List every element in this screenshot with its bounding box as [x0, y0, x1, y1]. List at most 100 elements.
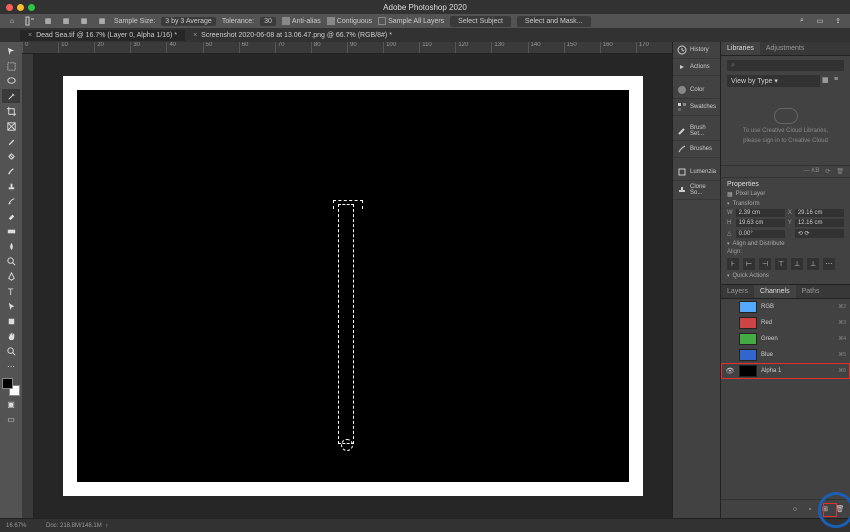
- home-icon[interactable]: ⌂: [6, 15, 18, 27]
- ruler-horizontal[interactable]: 0102030405060708090100110120130140150160…: [22, 42, 672, 54]
- list-view-icon[interactable]: ≡: [834, 76, 844, 86]
- channel-row-blue[interactable]: Blue ⌘5: [721, 347, 850, 363]
- channel-row-green[interactable]: Green ⌘4: [721, 331, 850, 347]
- new-channel-icon[interactable]: ⊞: [819, 503, 831, 515]
- close-window[interactable]: [6, 4, 13, 11]
- clone-source-panel-button[interactable]: Clone So...: [673, 181, 720, 200]
- contiguous-checkbox[interactable]: Contiguous: [327, 17, 372, 25]
- marquee-tool[interactable]: [2, 59, 20, 73]
- maximize-window[interactable]: [28, 4, 35, 11]
- y-field[interactable]: 12.16 cm: [795, 219, 844, 227]
- transform-section[interactable]: Transform: [727, 201, 844, 207]
- save-selection-icon[interactable]: ▫: [804, 503, 816, 515]
- align-more-icon[interactable]: ⋯: [823, 258, 835, 270]
- delete-channel-icon[interactable]: 🗑: [834, 503, 846, 515]
- workspace-icon[interactable]: ▭: [814, 15, 826, 27]
- screen-mode-icon[interactable]: ▭: [2, 412, 20, 426]
- x-field[interactable]: 29.16 cm: [795, 209, 844, 217]
- grid-view-icon[interactable]: ▦: [822, 76, 832, 86]
- visibility-icon[interactable]: [725, 334, 735, 344]
- edit-toolbar[interactable]: ⋯: [2, 359, 20, 373]
- type-tool[interactable]: T: [2, 284, 20, 298]
- brushes-panel-button[interactable]: Brushes: [673, 141, 720, 158]
- align-vcenter-icon[interactable]: ⊥: [791, 258, 803, 270]
- sample-size-field[interactable]: 3 by 3 Average: [161, 17, 216, 26]
- align-hcenter-icon[interactable]: ⊢: [743, 258, 755, 270]
- stamp-tool[interactable]: [2, 179, 20, 193]
- tab-screenshot[interactable]: ×Screenshot 2020-06-08 at 13.06.47.png @…: [185, 30, 400, 41]
- document-canvas[interactable]: [63, 76, 643, 496]
- quick-actions-section[interactable]: Quick Actions: [727, 273, 844, 279]
- libraries-view-dropdown[interactable]: View by Type ▾: [727, 75, 820, 87]
- align-section[interactable]: Align and Distribute: [727, 241, 844, 247]
- tolerance-field[interactable]: 30: [260, 17, 276, 26]
- zoom-field[interactable]: 16.67%: [6, 523, 46, 529]
- pen-tool[interactable]: [2, 269, 20, 283]
- intersect-selection-icon[interactable]: ▦: [96, 15, 108, 27]
- align-top-icon[interactable]: ⊤: [775, 258, 787, 270]
- path-select-tool[interactable]: [2, 299, 20, 313]
- move-tool[interactable]: [2, 44, 20, 58]
- eyedropper-tool[interactable]: [2, 134, 20, 148]
- close-tab-icon[interactable]: ×: [193, 32, 197, 39]
- angle-field[interactable]: 0.00°: [736, 230, 785, 238]
- tool-preset-icon[interactable]: [24, 15, 36, 27]
- tab-dead-sea[interactable]: ×Dead Sea.tif @ 16.7% (Layer 0, Alpha 1/…: [20, 30, 185, 41]
- brush-tool[interactable]: [2, 164, 20, 178]
- minimize-window[interactable]: [17, 4, 24, 11]
- antialias-checkbox[interactable]: Anti-alias: [282, 17, 321, 25]
- close-tab-icon[interactable]: ×: [28, 32, 32, 39]
- sample-all-checkbox[interactable]: Sample All Layers: [378, 17, 444, 25]
- lasso-tool[interactable]: [2, 74, 20, 88]
- history-panel-button[interactable]: History: [673, 42, 720, 59]
- sync-icon[interactable]: ⟳: [825, 168, 830, 175]
- dodge-tool[interactable]: [2, 254, 20, 268]
- channel-row-rgb[interactable]: RGB ⌘2: [721, 299, 850, 315]
- h-field[interactable]: 19.63 cm: [736, 219, 785, 227]
- tab-layers[interactable]: Layers: [721, 285, 754, 298]
- channel-row-red[interactable]: Red ⌘3: [721, 315, 850, 331]
- libraries-search-input[interactable]: [727, 60, 844, 71]
- history-brush-tool[interactable]: [2, 194, 20, 208]
- align-left-icon[interactable]: ⊦: [727, 258, 739, 270]
- brush-settings-panel-button[interactable]: Brush Set...: [673, 122, 720, 141]
- magic-wand-tool[interactable]: [2, 89, 20, 103]
- actions-panel-button[interactable]: Actions: [673, 59, 720, 76]
- channel-row-alpha-1[interactable]: 👁 Alpha 1 ⌘6: [721, 363, 850, 379]
- visibility-icon[interactable]: [725, 302, 735, 312]
- tab-adjustments[interactable]: Adjustments: [760, 42, 811, 55]
- eraser-tool[interactable]: [2, 209, 20, 223]
- search-icon[interactable]: ⌕: [796, 15, 808, 27]
- load-selection-icon[interactable]: ○: [789, 503, 801, 515]
- zoom-tool[interactable]: [2, 344, 20, 358]
- visibility-icon[interactable]: [725, 350, 735, 360]
- color-swatches[interactable]: [2, 378, 20, 396]
- swatches-panel-button[interactable]: Swatches: [673, 99, 720, 116]
- crop-tool[interactable]: [2, 104, 20, 118]
- chevron-right-icon[interactable]: ›: [106, 523, 108, 529]
- new-selection-icon[interactable]: ▦: [42, 15, 54, 27]
- visibility-icon[interactable]: 👁: [725, 366, 735, 376]
- align-bottom-icon[interactable]: ⊥: [807, 258, 819, 270]
- select-and-mask-button[interactable]: Select and Mask...: [517, 16, 591, 27]
- hand-tool[interactable]: [2, 329, 20, 343]
- add-selection-icon[interactable]: ▦: [60, 15, 72, 27]
- shape-tool[interactable]: [2, 314, 20, 328]
- tab-channels[interactable]: Channels: [754, 285, 796, 298]
- visibility-icon[interactable]: [725, 318, 735, 328]
- healing-tool[interactable]: [2, 149, 20, 163]
- quick-mask-icon[interactable]: ▣: [2, 397, 20, 411]
- lumenzia-panel-button[interactable]: Lumenzia: [673, 164, 720, 181]
- subtract-selection-icon[interactable]: ▦: [78, 15, 90, 27]
- select-subject-button[interactable]: Select Subject: [450, 16, 511, 27]
- color-panel-button[interactable]: Color: [673, 82, 720, 99]
- blur-tool[interactable]: [2, 239, 20, 253]
- ruler-vertical[interactable]: [22, 54, 34, 518]
- share-icon[interactable]: ⇪: [832, 15, 844, 27]
- flip-buttons[interactable]: ⟲ ⟳: [795, 229, 844, 238]
- align-right-icon[interactable]: ⊣: [759, 258, 771, 270]
- w-field[interactable]: 2.39 cm: [736, 209, 785, 217]
- tab-paths[interactable]: Paths: [796, 285, 826, 298]
- tab-libraries[interactable]: Libraries: [721, 42, 760, 55]
- gradient-tool[interactable]: [2, 224, 20, 238]
